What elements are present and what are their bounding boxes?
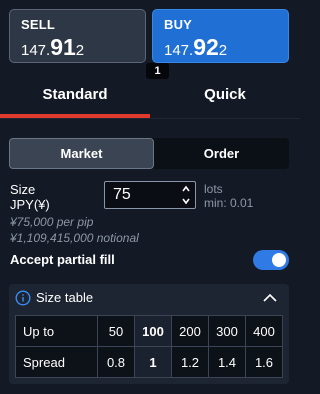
size-label: Size JPY(¥) (10, 182, 50, 212)
buy-price-pips: 92 (193, 34, 219, 60)
notional-value: ¥1,109,415,000 notional (10, 231, 139, 245)
partial-fill-label: Accept partial fill (10, 252, 115, 267)
tab-standard[interactable]: Standard (0, 78, 150, 118)
partial-fill-toggle[interactable] (253, 250, 289, 270)
size-unit: lots (204, 182, 223, 196)
table-cell: 0.8 (97, 346, 135, 378)
row-label-spread: Spread (15, 346, 98, 378)
table-cell: 1.2 (171, 346, 209, 378)
spread-badge: 1 (146, 63, 169, 79)
toggle-knob (272, 253, 286, 267)
pip-value: ¥75,000 per pip (10, 215, 94, 229)
table-cell: 300 (208, 315, 246, 347)
order-type-tabs: Standard Quick (0, 78, 300, 118)
sell-price-fraction: 2 (75, 42, 85, 59)
table-cell: 200 (171, 315, 209, 347)
chevron-up-icon[interactable] (262, 292, 278, 304)
size-table-title: Size table (36, 290, 94, 305)
market-option[interactable]: Market (9, 138, 154, 169)
info-icon (15, 290, 31, 306)
size-field (104, 181, 196, 209)
size-input[interactable] (113, 182, 173, 208)
row-label-up-to: Up to (15, 315, 98, 347)
buy-price-big: 147. (164, 42, 194, 59)
buy-label: BUY (164, 17, 193, 32)
buy-price: 147.922 (164, 36, 288, 62)
table-cell-selected: 1 (134, 346, 172, 378)
sell-price-pips: 91 (50, 34, 76, 60)
size-minimum: min: 0.01 (204, 196, 254, 210)
order-kind-selector: Market Order (9, 138, 289, 169)
table-row: Up to 50 100 200 300 400 (15, 315, 283, 347)
tab-quick[interactable]: Quick (150, 78, 300, 118)
price-buttons: SELL 147.912 BUY 147.922 1 (9, 9, 289, 79)
sell-price: 147.912 (21, 36, 145, 62)
sell-price-big: 147. (21, 42, 51, 59)
buy-button[interactable]: BUY 147.922 (152, 9, 289, 63)
table-cell-selected: 100 (134, 315, 172, 347)
sell-label: SELL (21, 17, 56, 32)
chevron-up-icon[interactable] (181, 184, 191, 194)
size-table: Up to 50 100 200 300 400 Spread 0.8 1 1.… (15, 315, 283, 378)
chevron-down-icon[interactable] (181, 196, 191, 206)
table-cell: 400 (245, 315, 283, 347)
sell-button[interactable]: SELL 147.912 (9, 9, 146, 63)
table-cell: 1.4 (208, 346, 246, 378)
tab-divider (0, 118, 300, 119)
table-row: Spread 0.8 1 1.2 1.4 1.6 (15, 346, 283, 378)
order-option[interactable]: Order (154, 138, 289, 169)
size-label-title: Size (10, 182, 36, 197)
size-label-currency: JPY(¥) (10, 197, 50, 212)
size-stepper[interactable] (181, 184, 191, 206)
size-table-panel: Size table Up to 50 100 200 300 400 Spre… (9, 284, 289, 384)
table-cell: 50 (97, 315, 135, 347)
buy-price-fraction: 2 (218, 42, 228, 59)
size-table-header[interactable]: Size table (9, 284, 289, 312)
table-cell: 1.6 (245, 346, 283, 378)
